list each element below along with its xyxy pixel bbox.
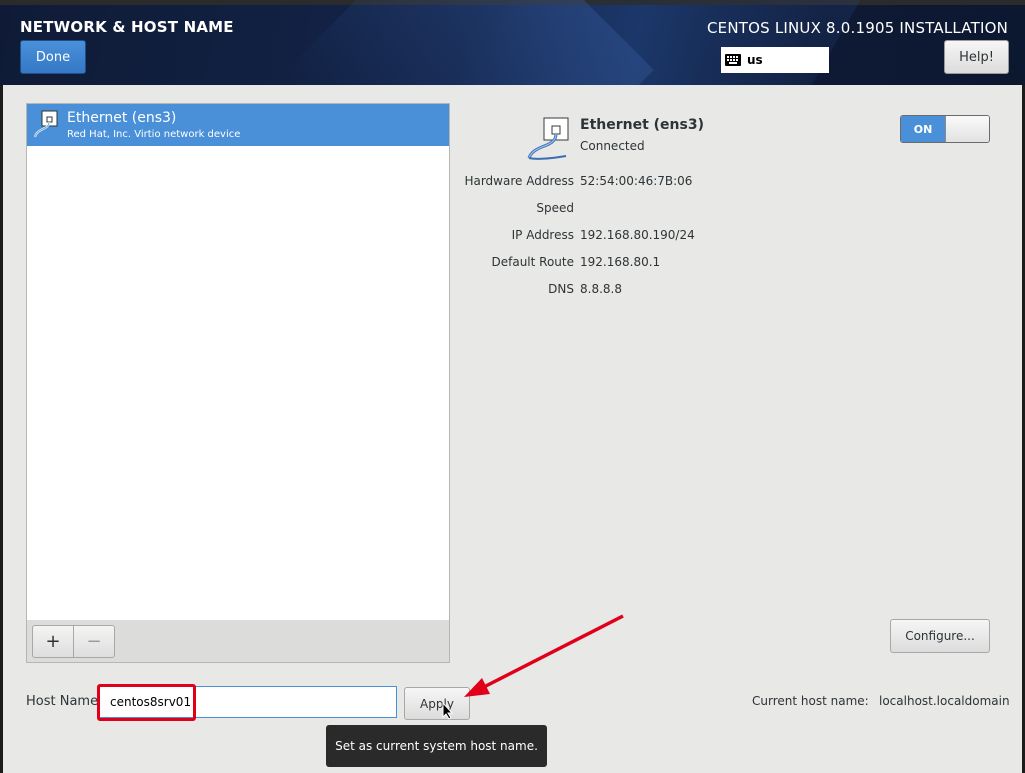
property-label: Speed xyxy=(536,201,574,215)
keyboard-icon xyxy=(725,54,741,66)
property-row-speed: Speed xyxy=(440,201,840,219)
property-value: 192.168.80.190/24 xyxy=(580,228,695,242)
done-button[interactable]: Done xyxy=(20,40,86,74)
help-button[interactable]: Help! xyxy=(944,40,1009,74)
device-detail-status: Connected xyxy=(580,139,645,153)
spoke-title: NETWORK & HOST NAME xyxy=(20,18,234,36)
device-on-off-switch[interactable]: ON xyxy=(900,115,990,143)
product-title: CENTOS LINUX 8.0.1905 INSTALLATION xyxy=(706,19,1008,37)
mouse-pointer-icon xyxy=(442,702,454,720)
host-name-label: Host Name: xyxy=(26,694,103,709)
apply-tooltip: Set as current system host name. xyxy=(326,725,547,767)
network-wired-icon xyxy=(33,110,58,138)
keyboard-layout-label: us xyxy=(747,53,763,67)
device-list-item-description: Red Hat, Inc. Virtio network device xyxy=(67,129,241,140)
network-device-list: Ethernet (ens3) Red Hat, Inc. Virtio net… xyxy=(26,103,450,623)
current-host-name-label: Current host name: xyxy=(752,694,869,708)
property-label: IP Address xyxy=(511,228,574,242)
property-label: DNS xyxy=(548,282,574,296)
property-value: 52:54:00:46:7B:06 xyxy=(580,174,693,188)
device-list-toolbar: + − xyxy=(26,620,450,663)
property-value: 192.168.80.1 xyxy=(580,255,661,269)
host-name-input[interactable] xyxy=(99,686,397,718)
remove-device-button[interactable]: − xyxy=(73,625,115,658)
current-host-name-value: localhost.localdomain xyxy=(879,694,1010,708)
add-device-button[interactable]: + xyxy=(32,625,74,658)
configure-button[interactable]: Configure... xyxy=(890,619,990,653)
switch-knob xyxy=(945,116,989,142)
property-row-default-route: Default Route 192.168.80.1 xyxy=(440,255,840,273)
header-bar: NETWORK & HOST NAME Done CENTOS LINUX 8.… xyxy=(0,0,1025,85)
property-row-dns: DNS 8.8.8.8 xyxy=(440,282,840,300)
property-label: Default Route xyxy=(491,255,575,269)
property-label: Hardware Address xyxy=(464,174,574,188)
device-list-item[interactable]: Ethernet (ens3) Red Hat, Inc. Virtio net… xyxy=(27,104,449,146)
property-row-hardware-address: Hardware Address 52:54:00:46:7B:06 xyxy=(440,174,840,192)
property-value: 8.8.8.8 xyxy=(580,282,622,296)
keyboard-layout-indicator[interactable]: us xyxy=(721,47,829,73)
device-list-item-name: Ethernet (ens3) xyxy=(67,110,177,126)
property-row-ip-address: IP Address 192.168.80.190/24 xyxy=(440,228,840,246)
annotation-arrow-icon xyxy=(464,614,624,697)
switch-on-label: ON xyxy=(901,116,945,142)
network-wired-icon xyxy=(527,117,569,160)
device-detail-name: Ethernet (ens3) xyxy=(580,117,704,133)
